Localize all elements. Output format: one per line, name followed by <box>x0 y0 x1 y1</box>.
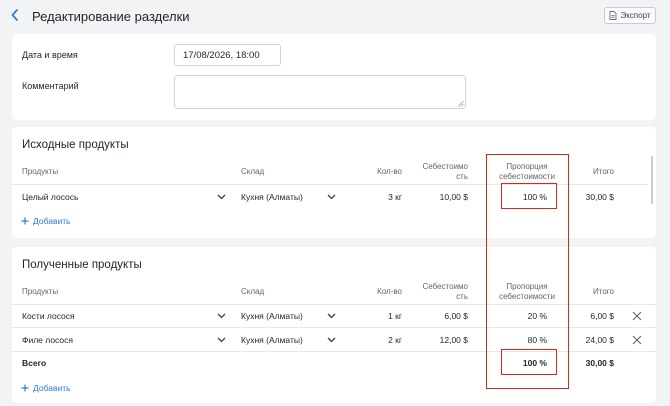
source-row-qty[interactable]: 3 кг <box>362 192 402 202</box>
chevron-down-icon[interactable] <box>327 337 336 343</box>
column-header-warehouse: Склад <box>241 167 265 176</box>
result-row-2-total: 24,00 $ <box>585 335 614 345</box>
source-add-label: Добавить <box>33 216 71 226</box>
result-add-label: Добавить <box>33 383 71 393</box>
result-add-button[interactable]: Добавить <box>21 383 71 393</box>
source-row-cost: 10,00 $ <box>439 192 468 202</box>
column-header-cost-line2: сть <box>456 292 468 301</box>
chevron-down-icon[interactable] <box>327 313 336 319</box>
result-row-2-cost: 12,00 $ <box>439 335 468 345</box>
plus-icon <box>21 217 29 225</box>
back-button[interactable] <box>10 8 24 24</box>
source-add-button[interactable]: Добавить <box>21 216 71 226</box>
resize-handle-icon[interactable] <box>457 100 464 107</box>
date-field[interactable]: 17/08/2026, 18:00 <box>174 44 281 66</box>
result-row-1-cost: 6,00 $ <box>444 311 468 321</box>
column-header-product: Продукты <box>22 167 59 176</box>
result-section-title: Полученные продукты <box>22 259 142 271</box>
total-proportion-highlight <box>501 349 557 375</box>
result-row-2-warehouse[interactable]: Кухня (Алматы) <box>241 335 303 345</box>
result-row-1-warehouse[interactable]: Кухня (Алматы) <box>241 311 303 321</box>
column-header-total: Итого <box>593 167 614 176</box>
comment-field[interactable] <box>174 75 466 109</box>
export-label: Экспорт <box>620 11 651 20</box>
column-header-cost: Себестоимо сть <box>408 162 468 182</box>
source-row-total: 30,00 $ <box>585 192 614 202</box>
column-header-cost-line1: Себестоимо <box>422 282 468 291</box>
plus-icon <box>21 384 29 392</box>
close-icon[interactable] <box>632 311 642 321</box>
column-header-warehouse: Склад <box>241 287 265 296</box>
result-row-1-product[interactable]: Кости лосося <box>22 311 75 321</box>
comment-label: Комментарий <box>22 81 79 91</box>
column-header-qty: Кол-во <box>377 167 402 176</box>
column-header-cost-line2: сть <box>456 172 468 181</box>
chevron-down-icon[interactable] <box>327 194 336 200</box>
result-row-1-total: 6,00 $ <box>590 311 614 321</box>
column-header-qty: Кол-во <box>377 287 402 296</box>
chevron-down-icon[interactable] <box>217 337 226 343</box>
column-header-cost-line1: Себестоимо <box>422 162 468 171</box>
chevron-down-icon[interactable] <box>217 313 226 319</box>
chevron-left-icon <box>11 9 18 21</box>
result-row-2-qty[interactable]: 2 кг <box>362 335 402 345</box>
total-row-total: 30,00 $ <box>585 358 614 368</box>
chevron-down-icon[interactable] <box>217 194 226 200</box>
date-label: Дата и время <box>22 50 78 60</box>
source-scrollbar[interactable] <box>651 156 653 204</box>
column-header-product: Продукты <box>22 287 59 296</box>
source-section-title: Исходные продукты <box>22 139 129 151</box>
source-row-product[interactable]: Целый лосось <box>22 192 78 202</box>
column-header-total: Итого <box>593 287 614 296</box>
page-title: Редактирование разделки <box>32 9 190 24</box>
export-button[interactable]: Экспорт <box>604 7 656 24</box>
document-icon <box>610 11 617 20</box>
close-icon[interactable] <box>632 335 642 345</box>
column-header-cost: Себестоимо сть <box>408 282 468 302</box>
total-row-label: Всего <box>22 358 47 368</box>
result-row-1-qty[interactable]: 1 кг <box>362 311 402 321</box>
result-row-2-product[interactable]: Филе лосося <box>22 335 73 345</box>
source-row-warehouse[interactable]: Кухня (Алматы) <box>241 192 303 202</box>
source-proportion-highlight <box>501 183 557 209</box>
